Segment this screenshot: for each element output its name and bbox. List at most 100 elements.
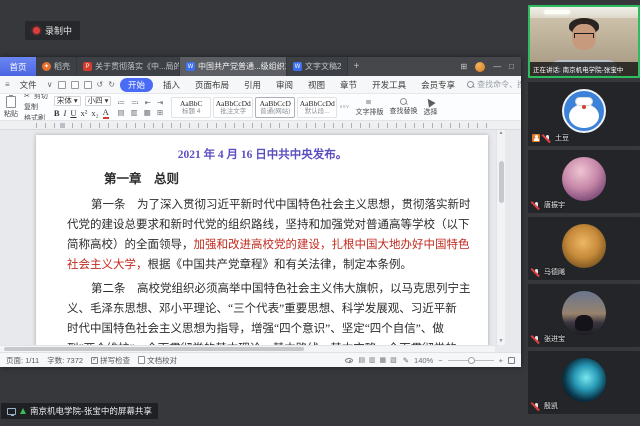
cut-button[interactable]: ✂ 剪切 — [24, 94, 48, 101]
tab-label: 中国共产党普通...级组织工作条例 — [198, 61, 287, 72]
menu-section[interactable]: 章节 — [335, 78, 362, 92]
doc-proofing[interactable]: 文档校对 — [138, 355, 177, 366]
styles-gallery: AaBbC 标题 4 AaBbCcDd 批注文字 AaBbCcD 普通(网站) … — [171, 97, 349, 118]
layout-icon[interactable]: ⊞ — [460, 62, 467, 71]
account-avatar[interactable] — [475, 62, 485, 72]
zoom-level[interactable]: 140% — [414, 356, 433, 365]
subscript-button[interactable]: x₂ — [91, 108, 98, 118]
doc-line: 社会主义大学，根据《中国共产党章程》和有关法律，制定本条例。 — [67, 255, 458, 275]
tab-label: 文字文稿2 — [305, 61, 341, 72]
text-layout-icon: ≣ — [365, 97, 373, 106]
wps-menu-bar: ≡ 文件 ∨ ↺ ↻ 开始 插入 页面布局 引用 审阅 视图 章节 开发工具 会… — [0, 76, 521, 94]
minimize-button[interactable]: — — [493, 62, 501, 71]
style-heading4[interactable]: AaBbC 标题 4 — [171, 97, 211, 118]
fullscreen-icon[interactable] — [508, 357, 515, 364]
participant-tile[interactable]: 土豆 — [528, 82, 640, 146]
tab-active-document[interactable]: W 中国共产党普通...级组织工作条例 — [180, 57, 287, 76]
format-painter-button[interactable]: 格式刷 — [24, 113, 48, 121]
participant-tile[interactable]: 马德飚 — [528, 217, 640, 280]
underline-button[interactable]: U — [70, 108, 76, 118]
align-tools-icons[interactable]: ▤ ▥ ▦ ⊞ — [117, 108, 165, 117]
participant-tile[interactable]: 殷凯 — [528, 351, 640, 414]
text-layout-tool[interactable]: ≣ 文字排版 — [355, 97, 383, 117]
doc-line: 时代中国特色社会主义思想为指导，增强“四个意识”、坚定“四个自信”、做 — [67, 319, 458, 339]
zoom-slider[interactable] — [448, 360, 494, 361]
preview-icon[interactable] — [84, 81, 92, 89]
scroll-down-icon[interactable]: ▼ — [499, 338, 504, 345]
styles-gallery-scroll[interactable]: ∧≡∨ — [339, 105, 349, 110]
command-search[interactable]: 查找命令、搜索模板 — [467, 79, 521, 90]
doc-paragraph-2: 第二条 高校党组织必须高举中国特色社会主义伟大旗帜，以马克思列宁主 义、毛泽东思… — [67, 279, 458, 352]
spell-check[interactable]: ✓ 拼写检查 — [91, 355, 130, 366]
undo-icon[interactable]: ↺ — [97, 80, 104, 89]
menu-view[interactable]: 视图 — [303, 78, 330, 92]
style-normal-web[interactable]: AaBbCcD 普通(网站) — [255, 97, 295, 118]
font-color-button[interactable]: A — [103, 107, 109, 119]
paste-group[interactable]: 粘贴 — [4, 96, 18, 119]
font-name-select[interactable]: 宋体 ▾ — [54, 96, 81, 106]
window-controls: ⊞ — □ — [453, 57, 521, 76]
wps-home-tab[interactable]: 首页 — [0, 57, 36, 76]
scrollbar-thumb[interactable] — [499, 161, 504, 203]
meeting-app-window: 录制中 首页 ✦ 稻壳 P 关于贯彻落实《中...局的通知.pdf W 中国共产… — [0, 0, 640, 426]
wps-tab-bar: 首页 ✦ 稻壳 P 关于贯彻落实《中...局的通知.pdf W 中国共产党普通.… — [0, 57, 521, 76]
pen-icon[interactable]: ✎ — [403, 356, 409, 365]
save-icon[interactable] — [58, 81, 66, 89]
menu-home[interactable]: 开始 — [120, 78, 153, 92]
font-size-select[interactable]: 小四 ▾ — [85, 96, 112, 106]
search-icon — [400, 98, 407, 105]
print-icon[interactable] — [71, 81, 79, 89]
word-count[interactable]: 字数: 7372 — [47, 355, 83, 366]
participant-name: 殷凯 — [544, 401, 558, 411]
mic-muted-icon — [532, 268, 541, 277]
eye-protection-icon[interactable] — [345, 358, 353, 363]
menu-file[interactable]: 文件 — [15, 78, 42, 92]
horizontal-scrollbar[interactable] — [0, 345, 495, 352]
zoom-in-button[interactable]: + — [499, 356, 503, 365]
highlighted-text: 社会主义大学， — [67, 259, 148, 271]
new-tab-button[interactable]: + — [348, 57, 364, 76]
menu-member[interactable]: 会员专享 — [416, 78, 460, 92]
italic-button[interactable]: I — [64, 108, 67, 118]
redo-icon[interactable]: ↻ — [108, 80, 115, 89]
style-comment[interactable]: AaBbCcDd 批注文字 — [213, 97, 253, 118]
ruler[interactable] — [0, 121, 521, 130]
tab-document2[interactable]: W 文字文稿2 — [287, 57, 348, 76]
zoom-out-button[interactable]: − — [438, 356, 442, 365]
share-banner-text: 南京机电学院-张宝中的屏幕共享 — [30, 405, 152, 417]
find-replace-tool[interactable]: 查找替换 — [389, 98, 417, 116]
search-placeholder: 查找命令、搜索模板 — [477, 79, 521, 90]
scrollbar-thumb[interactable] — [4, 347, 304, 351]
doc-date-line: 2021 年 4 月 16 日中共中央发布。 — [67, 145, 458, 165]
menu-dev-tools[interactable]: 开发工具 — [367, 78, 411, 92]
ruler-ticks — [36, 123, 491, 128]
indent-marker[interactable] — [60, 123, 65, 128]
superscript-button[interactable]: x² — [81, 108, 88, 118]
participant-tile[interactable]: 唐振宇 — [528, 150, 640, 213]
scroll-up-icon[interactable]: ▲ — [499, 130, 504, 137]
vertical-scrollbar[interactable]: ▲ ▼ — [496, 130, 505, 345]
hamburger-icon[interactable]: ≡ — [5, 80, 10, 89]
recording-indicator[interactable]: 录制中 — [25, 21, 80, 40]
menu-insert[interactable]: 插入 — [158, 78, 185, 92]
tab-pdf-document[interactable]: P 关于贯彻落实《中...局的通知.pdf — [77, 57, 180, 76]
maximize-button[interactable]: □ — [509, 62, 514, 71]
doc-chapter-heading: 第一章 总则 — [104, 169, 458, 189]
document-page[interactable]: 2021 年 4 月 16 日中共中央发布。 第一章 总则 第一条 为了深入贯彻… — [36, 135, 488, 352]
screen-share-banner: 南京机电学院-张宝中的屏幕共享 — [1, 403, 158, 419]
zoom-slider-knob[interactable] — [468, 357, 475, 364]
style-default[interactable]: AaBbCcDd 默认段... — [297, 97, 337, 118]
list-tools-icons[interactable]: ≔ ≕ ⇤ ⇥ — [117, 98, 165, 107]
bold-button[interactable]: B — [54, 108, 60, 118]
paste-icon — [6, 96, 16, 108]
menu-review[interactable]: 审阅 — [271, 78, 298, 92]
participant-tile[interactable]: 张进宝 — [528, 284, 640, 347]
participant-video-zhangbaozhong[interactable]: 正在讲话: 南京机电学院-张宝中 — [528, 5, 640, 78]
copy-button[interactable]: 复制 — [24, 102, 48, 112]
menu-references[interactable]: 引用 — [239, 78, 266, 92]
menu-page-layout[interactable]: 页面布局 — [190, 78, 234, 92]
tab-docer[interactable]: ✦ 稻壳 — [36, 57, 77, 76]
select-tool[interactable]: 选择 — [423, 98, 437, 117]
view-mode-icons[interactable]: ▤ ▥ ▦ ▧ — [358, 356, 397, 364]
glasses — [574, 33, 594, 38]
